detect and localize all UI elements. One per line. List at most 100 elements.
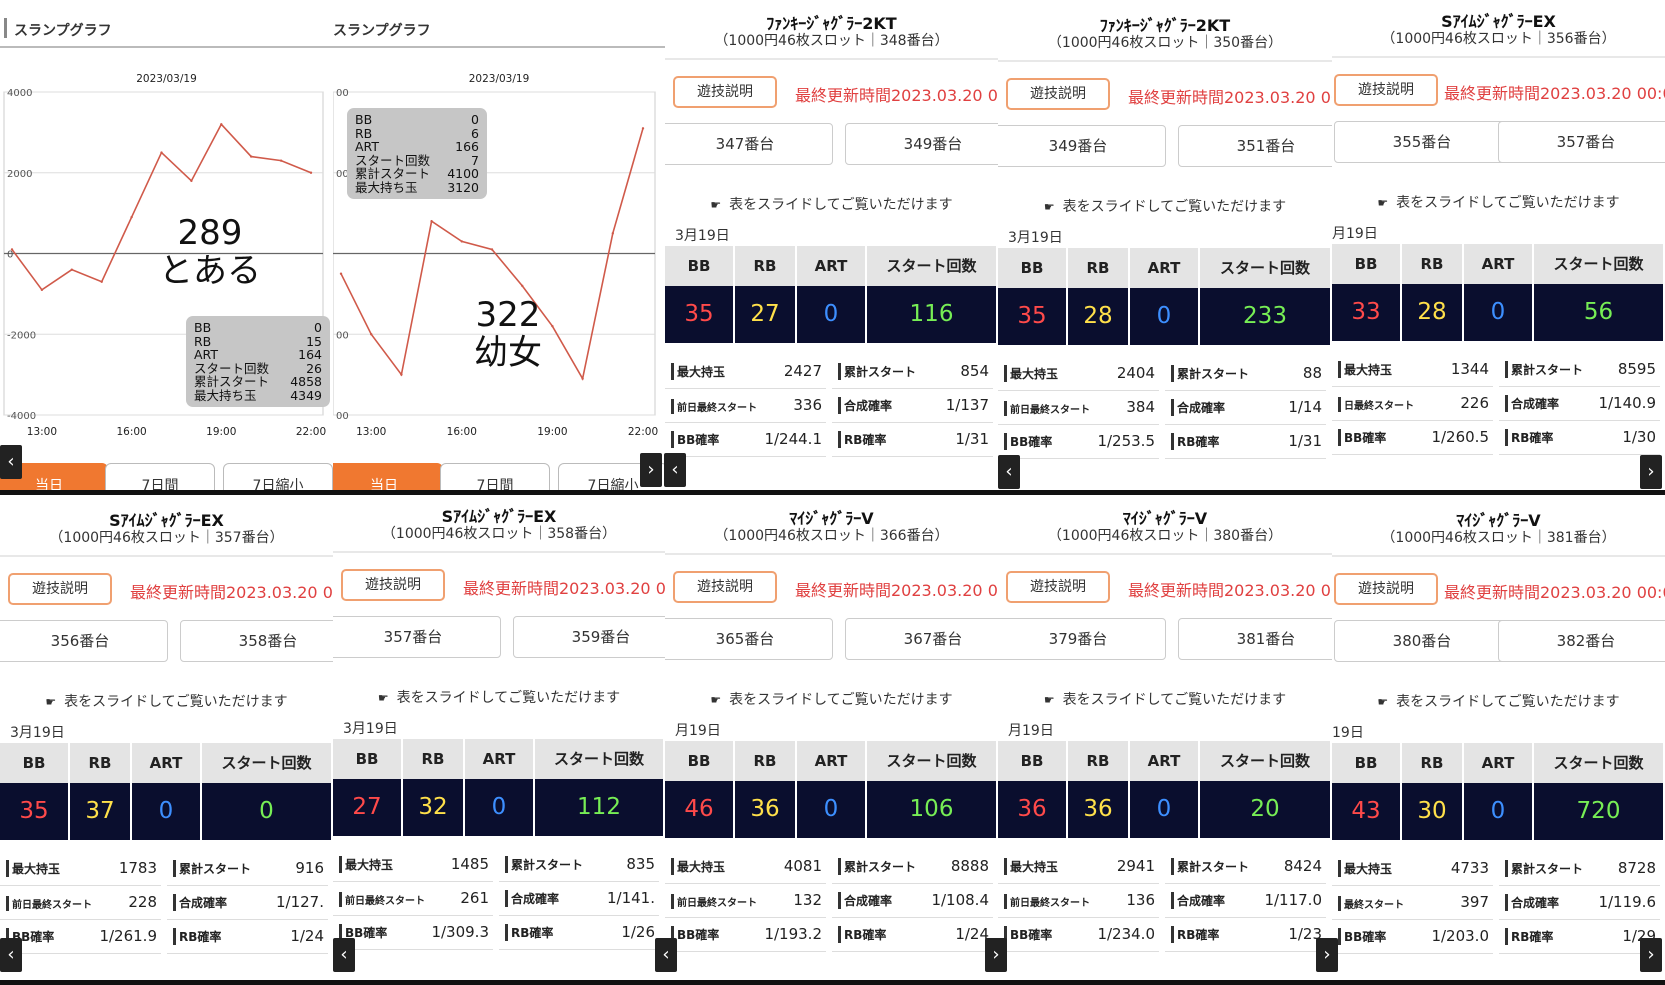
prev-machine-button[interactable]: 349番台	[998, 125, 1166, 167]
carousel-right-arrow[interactable]: ›	[1640, 455, 1662, 489]
next-machine-button[interactable]: 367番台	[845, 618, 998, 660]
stat-label: 最大持玉	[6, 860, 60, 877]
stats-table[interactable]: BB RB ART スタート回数 35 27 0 116	[665, 246, 998, 351]
stat-label: 前日最終スタート	[339, 892, 425, 907]
carousel-right-arrow[interactable]: ›	[640, 453, 662, 487]
table-header-cell: ART	[797, 741, 867, 781]
slump-point	[100, 280, 103, 283]
stats-table[interactable]: BB RB ART スタート回数 33 28 0 56	[1332, 244, 1665, 349]
stats-table[interactable]: BB RB ART スタート回数 35 28 0 233	[998, 248, 1332, 353]
stat-label: 合成確率	[173, 894, 227, 911]
last-updated-time: 最終更新時間2023.03.20 00:0	[130, 583, 333, 602]
stat-label: BB確率	[671, 926, 719, 943]
stat-row: 累計スタート 835	[499, 848, 659, 882]
stats-table[interactable]: BB RB ART スタート回数 46 36 0 106	[665, 741, 998, 846]
prev-machine-button[interactable]: 380番台	[1334, 620, 1510, 662]
machine-subtitle: （1000円46枚スロット｜350番台）	[1047, 35, 1283, 51]
next-machine-button[interactable]: 357番台	[1498, 121, 1665, 163]
table-header-cell: BB	[333, 739, 403, 779]
stat-row: 最大持玉 1783	[0, 852, 161, 886]
x-tick-label: 16:00	[447, 426, 477, 438]
slide-hint: ☛ 表をスライドしてご覧いただけます	[1332, 691, 1665, 711]
stats-table[interactable]: BB RB ART スタート回数 27 32 0 112	[333, 739, 665, 844]
carousel-right-arrow[interactable]: ›	[1316, 938, 1338, 972]
table-header-cell: BB	[0, 743, 70, 783]
table-header-cell: ART	[132, 743, 202, 783]
stat-label: RB確率	[1171, 433, 1219, 450]
stat-row: 合成確率 1/140.9	[1499, 387, 1660, 421]
next-machine-button[interactable]: 351番台	[1178, 125, 1332, 167]
carousel-right-arrow[interactable]: ›	[1640, 938, 1662, 972]
table-header-cell: RB	[735, 246, 797, 286]
stats-table[interactable]: BB RB ART スタート回数 35 37 0 0	[0, 743, 333, 848]
prev-machine-button[interactable]: 365番台	[665, 618, 833, 660]
rules-button[interactable]: 遊技説明	[8, 573, 112, 605]
caption-line: 322	[475, 295, 541, 335]
prev-machine-button[interactable]: 356番台	[0, 620, 168, 662]
next-machine-button[interactable]: 359番台	[513, 616, 665, 658]
carousel-right-arrow[interactable]: ›	[985, 938, 1007, 972]
carousel-left-arrow[interactable]: ‹	[0, 938, 22, 972]
rules-button[interactable]: 遊技説明	[673, 571, 777, 603]
prev-machine-button[interactable]: 347番台	[665, 123, 833, 165]
stat-value: 2427	[783, 362, 822, 380]
data-date: 月19日	[1332, 226, 1378, 242]
stat-row: RB確率 1/31	[1165, 425, 1326, 459]
stat-value: 1/26	[621, 923, 655, 941]
hand-icon: ☛	[45, 695, 57, 709]
table-value-cell: 35	[665, 286, 735, 343]
prev-machine-button[interactable]: 355番台	[1334, 121, 1510, 163]
stats-table[interactable]: BB RB ART スタート回数 36 36 0 20	[998, 741, 1332, 846]
data-date: 3月19日	[1008, 230, 1063, 246]
stats-summary: 最大持玉 2941 累計スタート 8424 前日最終スタート 136 合成確率 1/117.0…	[998, 850, 1332, 960]
stat-row: 最大持玉 4081	[665, 850, 826, 884]
stat-label: BB確率	[1338, 429, 1386, 446]
legend-value: 164	[298, 347, 322, 362]
x-tick-label: 22:00	[628, 426, 658, 438]
title-bar-marker	[4, 18, 7, 38]
rules-button[interactable]: 遊技説明	[341, 569, 445, 601]
y-tick-label: 4000	[7, 88, 32, 99]
table-value-cell: 33	[1332, 284, 1402, 341]
stat-value: 88	[1302, 364, 1322, 382]
stat-row: 前日最終スタート 136	[998, 884, 1159, 918]
table-value-cell: 36	[1068, 781, 1130, 838]
prev-machine-button[interactable]: 357番台	[333, 616, 501, 658]
rules-button[interactable]: 遊技説明	[1006, 78, 1110, 110]
carousel-left-arrow[interactable]: ‹	[0, 445, 22, 479]
carousel-left-arrow[interactable]: ‹	[333, 938, 355, 972]
stats-table[interactable]: BB RB ART スタート回数 43 30 0 720	[1332, 743, 1665, 848]
slump-point	[430, 220, 433, 223]
table-value-cell: 36	[998, 781, 1068, 838]
rules-button[interactable]: 遊技説明	[673, 76, 777, 108]
next-machine-button[interactable]: 358番台	[180, 620, 333, 662]
header-divider	[998, 60, 1332, 62]
stat-value: 1/244.1	[764, 430, 822, 448]
carousel-left-arrow[interactable]: ‹	[664, 453, 686, 487]
slump-graph-panel: スランプグラフ 2023/03/19 4000 2000 0 -2000 -4000 13:0…	[0, 0, 333, 495]
legend-value: 6	[471, 125, 479, 141]
next-machine-button[interactable]: 381番台	[1178, 618, 1332, 660]
stat-row: 累計スタート 8424	[1165, 850, 1326, 884]
carousel-left-arrow[interactable]: ‹	[655, 938, 677, 972]
data-date: 月19日	[1008, 723, 1054, 739]
slump-point	[130, 215, 133, 219]
stat-row: 合成確率 1/108.4	[832, 884, 993, 918]
carousel-left-arrow[interactable]: ‹	[998, 455, 1020, 489]
stat-row: 最大持玉 1344	[1332, 353, 1493, 387]
header-divider	[665, 553, 998, 555]
rules-button[interactable]: 遊技説明	[1006, 571, 1110, 603]
rules-button[interactable]: 遊技説明	[1334, 573, 1438, 605]
stat-row: 累計スタート 854	[832, 355, 993, 389]
prev-machine-button[interactable]: 379番台	[998, 618, 1166, 660]
data-date: 月19日	[675, 723, 721, 739]
rules-button[interactable]: 遊技説明	[1334, 74, 1438, 106]
slump-point	[250, 155, 253, 158]
next-machine-button[interactable]: 349番台	[845, 123, 998, 165]
legend-label: BB	[355, 112, 373, 127]
stat-value: 1/234.0	[1097, 925, 1155, 943]
table-value-cell: 27	[735, 286, 797, 343]
slump-point	[40, 288, 44, 292]
next-machine-button[interactable]: 382番台	[1498, 620, 1665, 662]
last-updated-time: 最終更新時間2023.03.20 00	[1128, 88, 1332, 107]
